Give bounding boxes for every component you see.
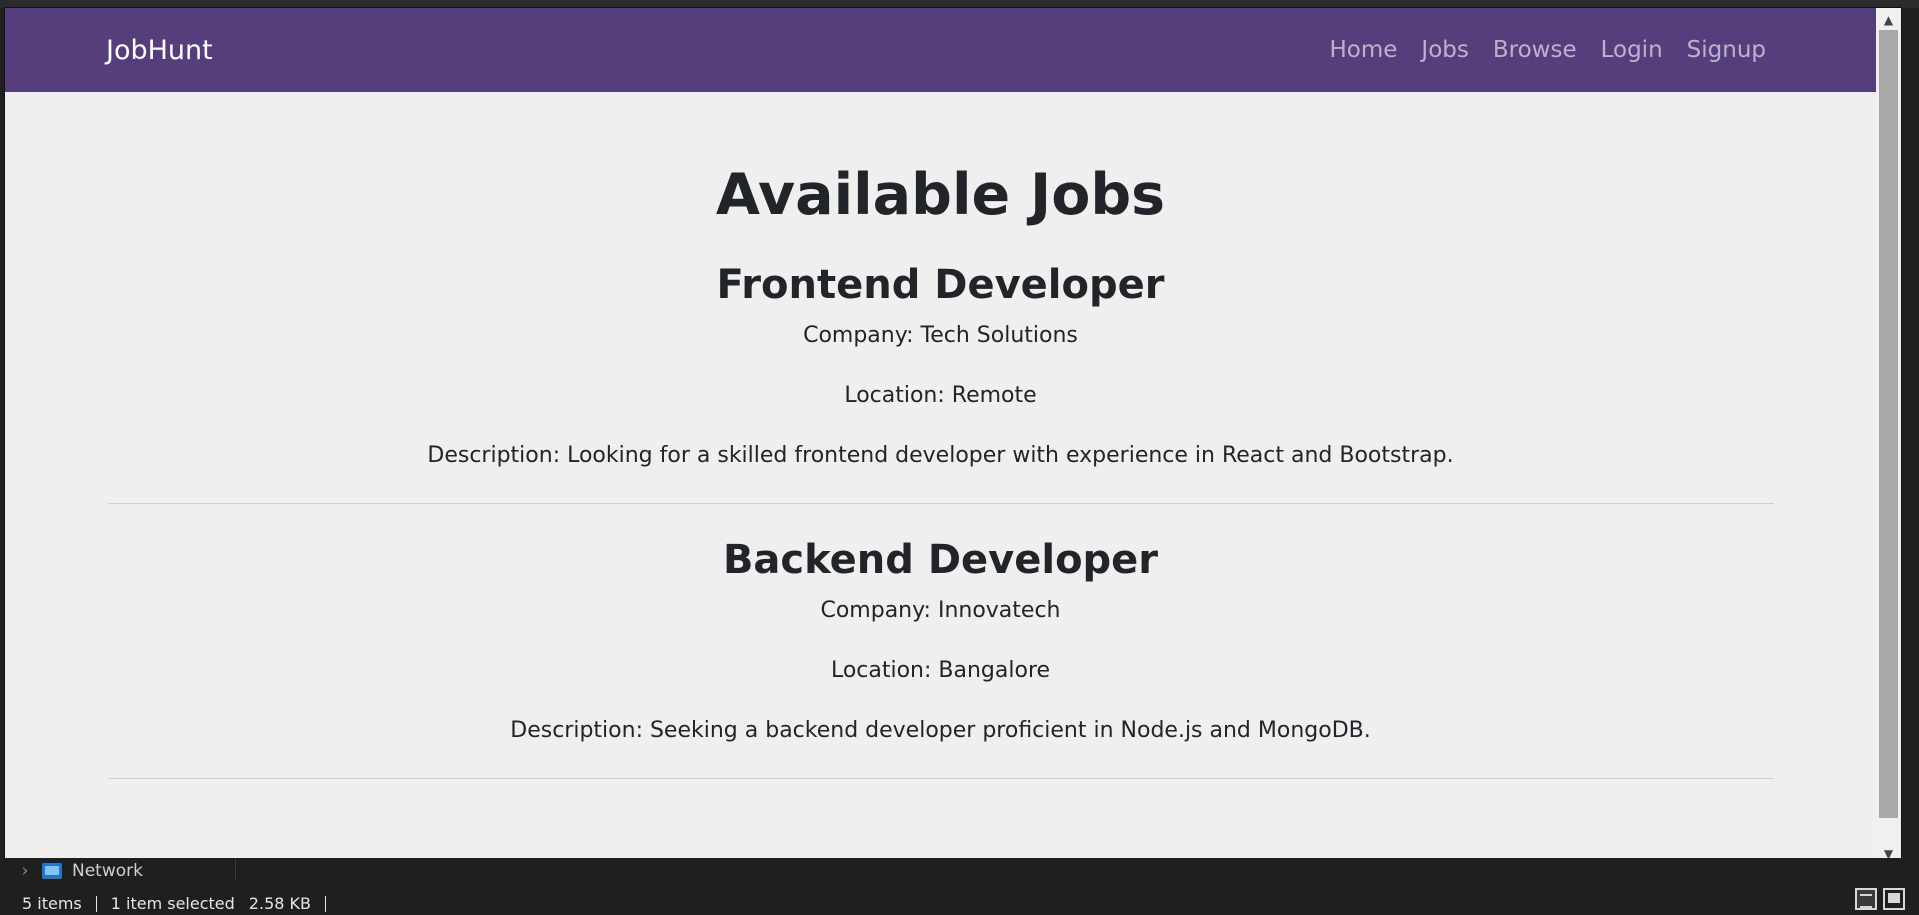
- status-item-count: 5 items: [22, 894, 82, 913]
- nav-link-home[interactable]: Home: [1329, 37, 1397, 63]
- brand-logo[interactable]: JobHunt: [106, 35, 213, 66]
- window-top-strip: [0, 0, 1919, 8]
- browser-window: JobHunt Home Jobs Browse Login Signup Av…: [5, 8, 1901, 866]
- chevron-right-icon[interactable]: ›: [18, 861, 32, 881]
- nav-link-browse[interactable]: Browse: [1493, 37, 1577, 63]
- status-size: 2.58 KB: [248, 894, 311, 913]
- job-title: Frontend Developer: [716, 261, 1165, 308]
- job-divider: [107, 502, 1774, 504]
- main-content: Available Jobs Frontend Developer Compan…: [5, 164, 1876, 779]
- view-toggle: [1855, 888, 1905, 910]
- web-page: JobHunt Home Jobs Browse Login Signup Av…: [5, 8, 1876, 866]
- job-company: Company: Tech Solutions: [803, 322, 1078, 348]
- job-location: Location: Bangalore: [830, 657, 1051, 683]
- pane-divider[interactable]: [235, 858, 236, 880]
- nav-link-jobs[interactable]: Jobs: [1421, 37, 1468, 63]
- job-listing: Frontend Developer Company: Tech Solutio…: [107, 261, 1774, 504]
- network-icon: [42, 863, 62, 879]
- status-separator: [95, 895, 97, 912]
- job-location: Location: Remote: [844, 382, 1037, 408]
- status-bar: 5 items 1 item selected 2.58 KB: [22, 894, 326, 913]
- details-view-icon[interactable]: [1855, 888, 1877, 910]
- file-explorer-status-area: › Network 5 items 1 item selected 2.58 K…: [0, 858, 1919, 915]
- tiles-view-icon[interactable]: [1883, 888, 1905, 910]
- job-listing: Backend Developer Company: Innovatech Lo…: [107, 536, 1774, 779]
- job-title: Backend Developer: [722, 536, 1159, 583]
- vertical-scrollbar[interactable]: ▲ ▼: [1876, 8, 1901, 866]
- nav-link-signup[interactable]: Signup: [1687, 37, 1766, 63]
- status-separator: [324, 895, 326, 912]
- scroll-up-arrow-icon[interactable]: ▲: [1876, 12, 1901, 28]
- nav-links: Home Jobs Browse Login Signup: [1329, 37, 1766, 63]
- nav-link-login[interactable]: Login: [1601, 37, 1663, 63]
- job-description: Description: Looking for a skilled front…: [427, 442, 1454, 468]
- job-company: Company: Innovatech: [820, 597, 1061, 623]
- scrollbar-thumb[interactable]: [1879, 30, 1898, 818]
- status-selection: 1 item selected: [110, 894, 235, 913]
- navbar: JobHunt Home Jobs Browse Login Signup: [5, 8, 1876, 92]
- explorer-nav-item-network[interactable]: › Network: [18, 858, 143, 884]
- job-description: Description: Seeking a backend developer…: [510, 717, 1371, 743]
- page-title: Available Jobs: [715, 162, 1166, 228]
- job-divider: [107, 777, 1774, 779]
- explorer-nav-label: Network: [72, 861, 143, 881]
